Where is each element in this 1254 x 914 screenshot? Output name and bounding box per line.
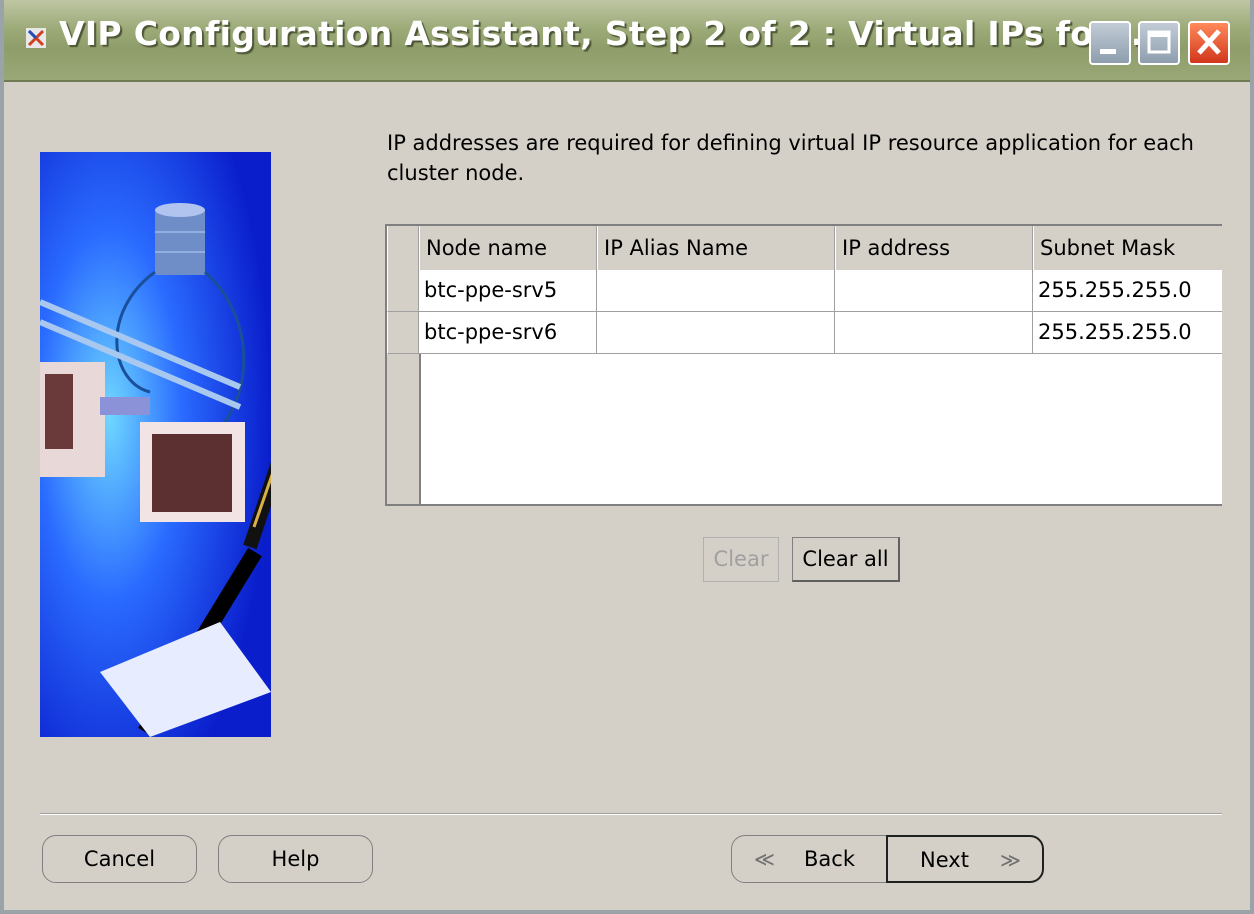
table-header: Node name IP Alias Name IP address Subne…	[387, 226, 1222, 272]
row-header-gutter	[387, 354, 421, 504]
next-arrow-icon: ≫	[1000, 848, 1021, 872]
column-header-ip-alias-name[interactable]: IP Alias Name	[597, 226, 835, 270]
close-icon	[1197, 29, 1221, 55]
subnet-mask-cell[interactable]: 255.255.255.0	[1033, 270, 1222, 312]
ip-alias-name-cell[interactable]	[597, 270, 835, 312]
maximize-icon	[1147, 30, 1171, 54]
node-name-cell[interactable]: btc-ppe-srv5	[419, 270, 597, 312]
next-button[interactable]: Next ≫	[886, 835, 1044, 883]
vip-table[interactable]: Node name IP Alias Name IP address Subne…	[385, 224, 1222, 506]
intro-text: IP addresses are required for defining v…	[387, 131, 1194, 185]
clear-all-button[interactable]: Clear all	[792, 537, 900, 582]
clear-button[interactable]: Clear	[703, 537, 779, 582]
ip-address-cell[interactable]	[835, 270, 1033, 312]
subnet-mask-cell[interactable]: 255.255.255.0	[1033, 312, 1222, 354]
cancel-button[interactable]: Cancel	[42, 835, 197, 883]
maximize-button[interactable]	[1138, 21, 1180, 65]
column-header-node-name[interactable]: Node name	[419, 226, 597, 270]
help-button[interactable]: Help	[218, 835, 373, 883]
row-header[interactable]	[387, 312, 419, 354]
back-button[interactable]: ≪ Back	[731, 835, 887, 883]
ip-address-cell[interactable]	[835, 312, 1033, 354]
database-icon	[155, 203, 205, 275]
vip-config-dialog: VIP Configuration Assistant, Step 2 of 2…	[0, 0, 1254, 914]
oracle-x-icon	[26, 28, 46, 48]
wizard-illustration	[40, 152, 271, 737]
corner-header	[387, 226, 419, 270]
close-button[interactable]	[1188, 21, 1230, 65]
node-name-cell[interactable]: btc-ppe-srv6	[419, 312, 597, 354]
back-label: Back	[804, 847, 855, 871]
table-row[interactable]: btc-ppe-srv6 255.255.255.0	[387, 312, 1222, 354]
ip-alias-name-cell[interactable]	[597, 312, 835, 354]
title-bar[interactable]: VIP Configuration Assistant, Step 2 of 2…	[4, 0, 1250, 82]
table-row[interactable]: btc-ppe-srv5 255.255.255.0	[387, 270, 1222, 312]
column-header-ip-address[interactable]: IP address	[835, 226, 1033, 270]
window-title: VIP Configuration Assistant, Step 2 of 2…	[59, 14, 1144, 53]
row-header[interactable]	[387, 270, 419, 312]
minimize-icon	[1100, 49, 1116, 54]
footer-divider	[40, 813, 1222, 815]
column-header-subnet-mask[interactable]: Subnet Mask	[1033, 226, 1222, 270]
next-label: Next	[920, 848, 969, 872]
back-arrow-icon: ≪	[754, 847, 775, 871]
minimize-button[interactable]	[1089, 21, 1131, 65]
